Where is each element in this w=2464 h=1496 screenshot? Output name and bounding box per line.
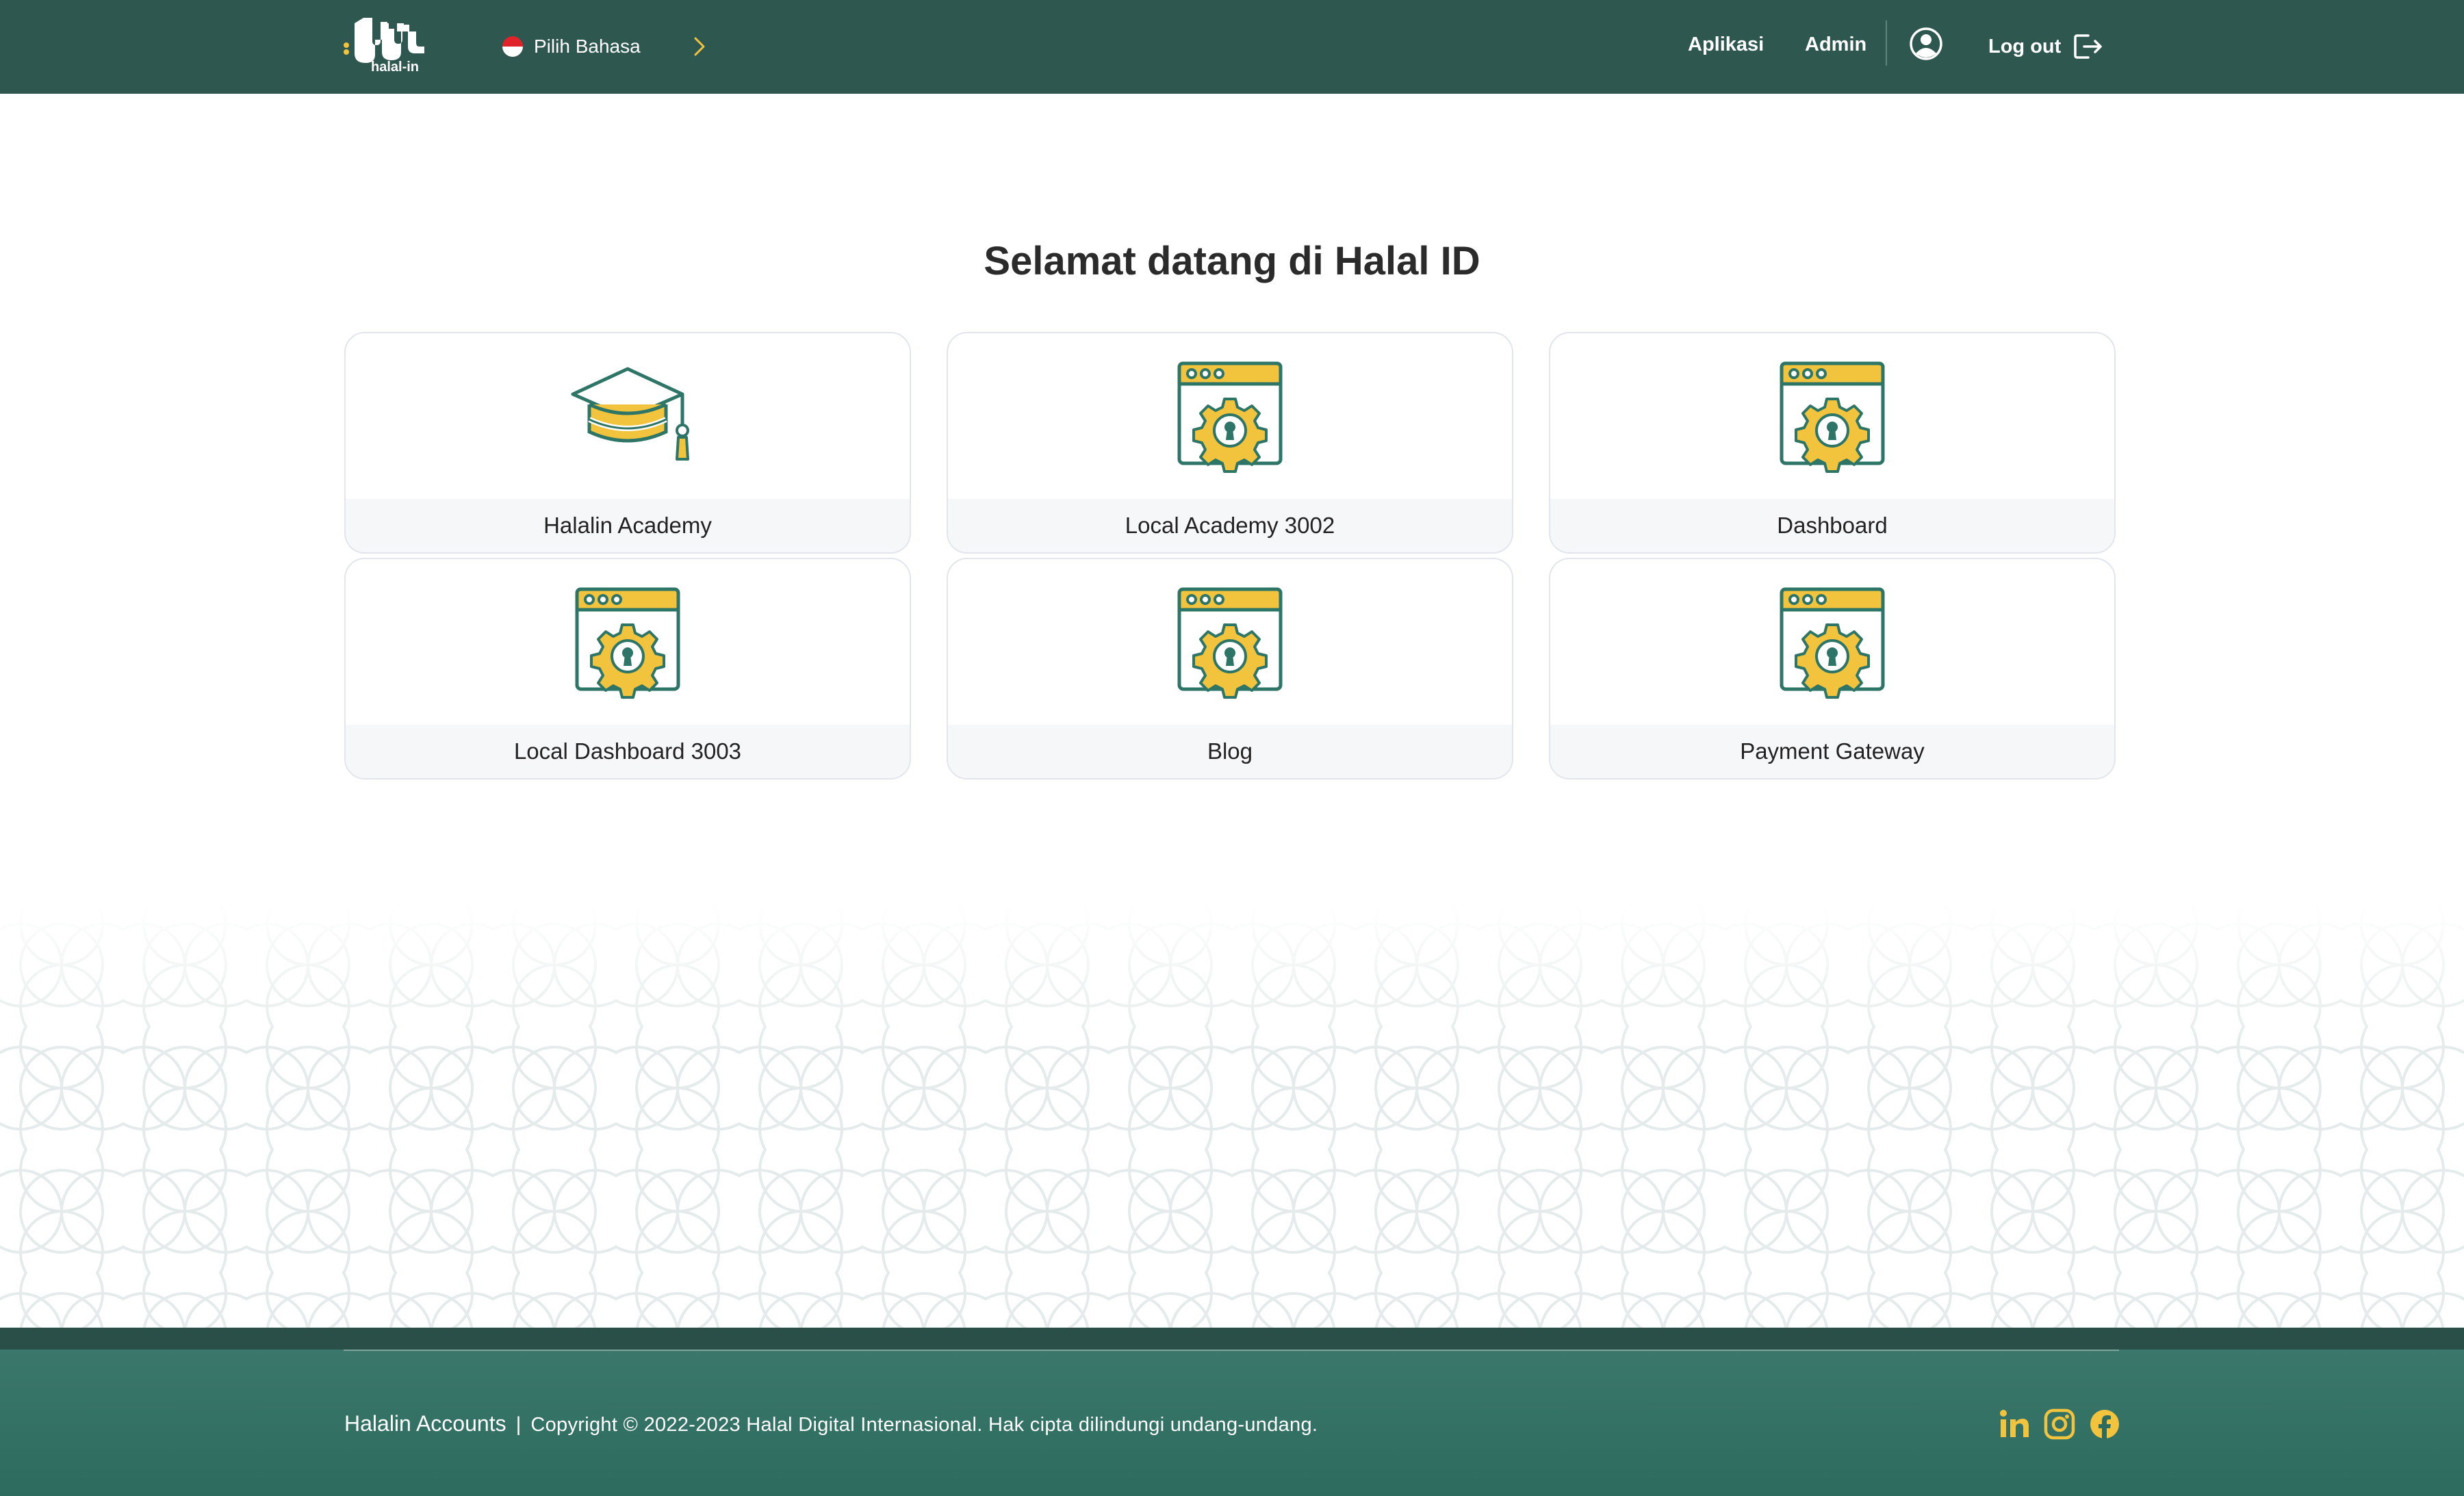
instagram-icon[interactable]: [2044, 1408, 2075, 1440]
linkedin-icon[interactable]: [1999, 1408, 2030, 1440]
footer-top-band: [0, 1328, 2464, 1350]
app-card-label: Local Academy 3002: [948, 499, 1512, 552]
app-settings-icon: [575, 587, 680, 699]
logout-label: Log out: [1988, 35, 2062, 57]
facebook-icon[interactable]: [2089, 1408, 2120, 1440]
footer-separator: |: [515, 1413, 522, 1436]
footer-copyright-text: Copyright © 2022-2023 Halal Digital Inte…: [530, 1414, 1318, 1436]
app-card-dashboard[interactable]: Dashboard: [1549, 332, 2116, 554]
user-profile-icon[interactable]: [1908, 26, 1944, 62]
logout-icon: [2074, 34, 2103, 59]
chevron-right-icon[interactable]: [691, 34, 708, 59]
app-card-label: Payment Gateway: [1550, 725, 2114, 778]
top-navbar: halal-in Pilih Bahasa Aplikasi Admin Log…: [0, 0, 2464, 94]
nav-divider: [1886, 21, 1887, 66]
app-settings-icon: [1177, 361, 1283, 473]
language-selector[interactable]: Pilih Bahasa: [502, 30, 641, 63]
app-card-local-academy-3002[interactable]: Local Academy 3002: [947, 332, 1513, 554]
app-settings-icon: [1780, 361, 1885, 473]
app-card-label: Local Dashboard 3003: [346, 725, 910, 778]
app-settings-icon: [1177, 587, 1283, 699]
app-settings-icon: [1780, 587, 1885, 699]
app-card-local-dashboard-3003[interactable]: Local Dashboard 3003: [344, 558, 911, 779]
graduation-cap-icon: [571, 367, 689, 461]
footer-divider: [344, 1350, 2119, 1351]
decorative-background-pattern: [0, 903, 2464, 1328]
app-card-halalin-academy[interactable]: Halalin Academy: [344, 332, 911, 554]
logout-button[interactable]: Log out: [1988, 30, 2103, 63]
app-card-blog[interactable]: Blog: [947, 558, 1513, 779]
page-title: Selamat datang di Halal ID: [984, 239, 1480, 283]
app-card-label: Dashboard: [1550, 499, 2114, 552]
nav-admin-link[interactable]: Admin: [1805, 30, 1866, 59]
svg-text:halal-in: halal-in: [371, 60, 419, 74]
nav-apps-link[interactable]: Aplikasi: [1688, 30, 1764, 59]
app-card-payment-gateway[interactable]: Payment Gateway: [1549, 558, 2116, 779]
app-card-label: Blog: [948, 725, 1512, 778]
halal-in-logo[interactable]: halal-in: [342, 18, 435, 74]
footer-brand: Halalin Accounts: [344, 1411, 506, 1436]
language-label: Pilih Bahasa: [534, 36, 641, 57]
indonesia-flag-icon: [502, 36, 523, 57]
app-card-label: Halalin Academy: [346, 499, 910, 552]
footer-copyright: Halalin Accounts | Copyright © 2022-2023 H…: [344, 1411, 1318, 1436]
